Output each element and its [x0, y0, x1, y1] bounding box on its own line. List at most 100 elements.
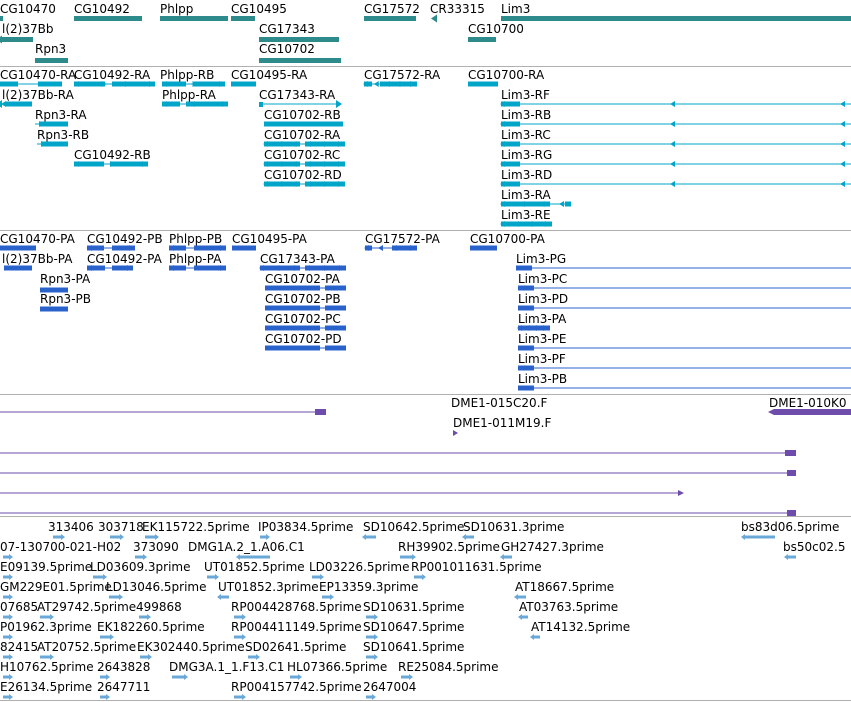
est-glyph[interactable] [139, 615, 147, 619]
feature-label[interactable]: CG10702-RB [264, 108, 341, 122]
feature-label[interactable]: IP03834.5prime [258, 520, 353, 534]
exon-glyph[interactable] [162, 81, 186, 87]
feature-label[interactable]: Lim3-PE [518, 332, 567, 346]
feature-label[interactable]: Phlpp-RA [162, 88, 216, 102]
feature-label[interactable]: AT20752.5prime [37, 640, 136, 654]
strand-arrow-glyph[interactable] [514, 594, 518, 600]
feature-label[interactable]: Rpn3-RA [35, 108, 87, 122]
feature-label[interactable]: Phlpp-RB [160, 68, 214, 82]
est-glyph[interactable] [401, 675, 409, 679]
feature-label[interactable]: Rpn3 [35, 42, 66, 56]
feature-label[interactable]: RP004411149.5prime [231, 620, 362, 634]
est-glyph[interactable] [366, 695, 372, 699]
est-glyph[interactable] [221, 595, 229, 599]
exon-glyph[interactable] [40, 121, 68, 127]
est-glyph[interactable] [145, 535, 155, 539]
est-glyph[interactable] [234, 695, 242, 699]
est-glyph[interactable] [534, 635, 540, 639]
est-glyph[interactable] [745, 535, 775, 539]
exon-glyph[interactable] [232, 245, 256, 251]
feature-glyph[interactable] [468, 37, 496, 42]
feature-label[interactable]: CG10492-RB [74, 148, 151, 162]
feature-label[interactable]: bs83d06.5prime [741, 520, 839, 534]
feature-label[interactable]: CG17572-PA [365, 232, 440, 246]
feature-label[interactable]: EK115722.5prime [142, 520, 250, 534]
feature-glyph[interactable] [259, 58, 341, 63]
feature-label[interactable]: GH27427.3prime [501, 540, 604, 554]
feature-label[interactable]: CG10495-PA [232, 232, 307, 246]
feature-glyph[interactable] [0, 16, 3, 21]
est-glyph[interactable] [207, 575, 215, 579]
feature-label[interactable]: CG10702 [259, 42, 315, 56]
feature-label[interactable]: 499868 [136, 600, 182, 614]
feature-glyph[interactable] [315, 409, 326, 415]
est-glyph[interactable] [504, 555, 512, 559]
strand-tip-glyph[interactable] [0, 35, 2, 44]
est-glyph[interactable] [172, 675, 184, 679]
est-glyph[interactable] [110, 535, 120, 539]
est-glyph[interactable] [3, 675, 9, 679]
feature-label[interactable]: E09139.5prime [0, 560, 92, 574]
feature-label[interactable]: CG10702-PB [265, 292, 341, 306]
feature-label[interactable]: CG10702-RD [264, 168, 342, 182]
feature-label[interactable]: 2647004 [363, 680, 416, 694]
est-glyph[interactable] [366, 615, 374, 619]
strand-arrow-glyph[interactable] [741, 534, 745, 540]
feature-label[interactable]: P01962.3prime [0, 620, 92, 634]
feature-glyph[interactable] [231, 16, 255, 21]
feature-label[interactable]: CG10495 [231, 2, 287, 16]
est-glyph[interactable] [100, 635, 110, 639]
feature-label[interactable]: DME1-011M19.F [453, 416, 551, 430]
feature-label[interactable]: Lim3-RG [501, 148, 552, 162]
feature-label[interactable]: Rpn3-RB [37, 128, 89, 142]
feature-label[interactable]: Phlpp-PB [169, 232, 222, 246]
est-glyph[interactable] [260, 535, 266, 539]
feature-label[interactable]: EP13359.3prime [319, 580, 418, 594]
feature-label[interactable]: CG17572 [364, 2, 420, 16]
est-glyph[interactable] [522, 615, 528, 619]
feature-label[interactable]: Phlpp-PA [169, 252, 221, 266]
est-glyph[interactable] [248, 655, 256, 659]
est-glyph[interactable] [234, 635, 242, 639]
strand-arrow-glyph[interactable] [518, 614, 522, 620]
est-glyph[interactable] [290, 675, 298, 679]
feature-glyph[interactable] [259, 102, 263, 107]
feature-label[interactable]: Lim3-PB [518, 372, 567, 386]
feature-label[interactable]: RP001011631.5prime [411, 560, 542, 574]
strand-arrow-glyph[interactable] [784, 554, 788, 560]
feature-label[interactable]: LD03226.5prime [309, 560, 410, 574]
feature-glyph[interactable] [501, 16, 851, 21]
est-glyph[interactable] [3, 695, 9, 699]
feature-label[interactable]: E26134.5prime [0, 680, 92, 694]
feature-label[interactable]: Lim3-PF [518, 352, 566, 366]
feature-label[interactable]: EK182260.5prime [97, 620, 205, 634]
feature-label[interactable]: l(2)37Bb [2, 22, 53, 36]
feature-label[interactable]: CG10495-RA [231, 68, 307, 82]
feature-label[interactable]: DME1-015C20.F [451, 396, 547, 410]
feature-label[interactable]: Lim3-PC [518, 272, 567, 286]
est-glyph[interactable] [366, 635, 374, 639]
feature-label[interactable]: CG10702-PC [265, 312, 341, 326]
feature-label[interactable]: RP004157742.5prime [231, 680, 362, 694]
strand-arrow-glyph[interactable] [840, 161, 845, 167]
strand-arrow-glyph[interactable] [670, 141, 675, 147]
strand-arrow-glyph[interactable] [559, 201, 564, 207]
exon-glyph[interactable] [38, 81, 62, 87]
feature-label[interactable]: HL07366.5prime [287, 660, 387, 674]
strand-arrow-glyph[interactable] [453, 430, 458, 436]
feature-label[interactable]: Lim3-PD [518, 292, 568, 306]
feature-label[interactable]: AT29742.5prime [37, 600, 136, 614]
strand-arrow-glyph[interactable] [670, 161, 675, 167]
exon-glyph[interactable] [565, 201, 571, 207]
est-glyph[interactable] [518, 595, 526, 599]
est-glyph[interactable] [466, 535, 474, 539]
strand-arrow-glyph[interactable] [670, 101, 675, 107]
exon-glyph[interactable] [231, 81, 256, 87]
feature-label[interactable]: RE25084.5prime [398, 660, 499, 674]
feature-label[interactable]: CG10470 [0, 2, 56, 16]
est-glyph[interactable] [40, 615, 50, 619]
est-glyph[interactable] [140, 655, 148, 659]
strand-arrow-glyph[interactable] [840, 181, 845, 187]
feature-label[interactable]: CG10702-RC [264, 148, 340, 162]
feature-label[interactable]: CG10702-RA [264, 128, 340, 142]
